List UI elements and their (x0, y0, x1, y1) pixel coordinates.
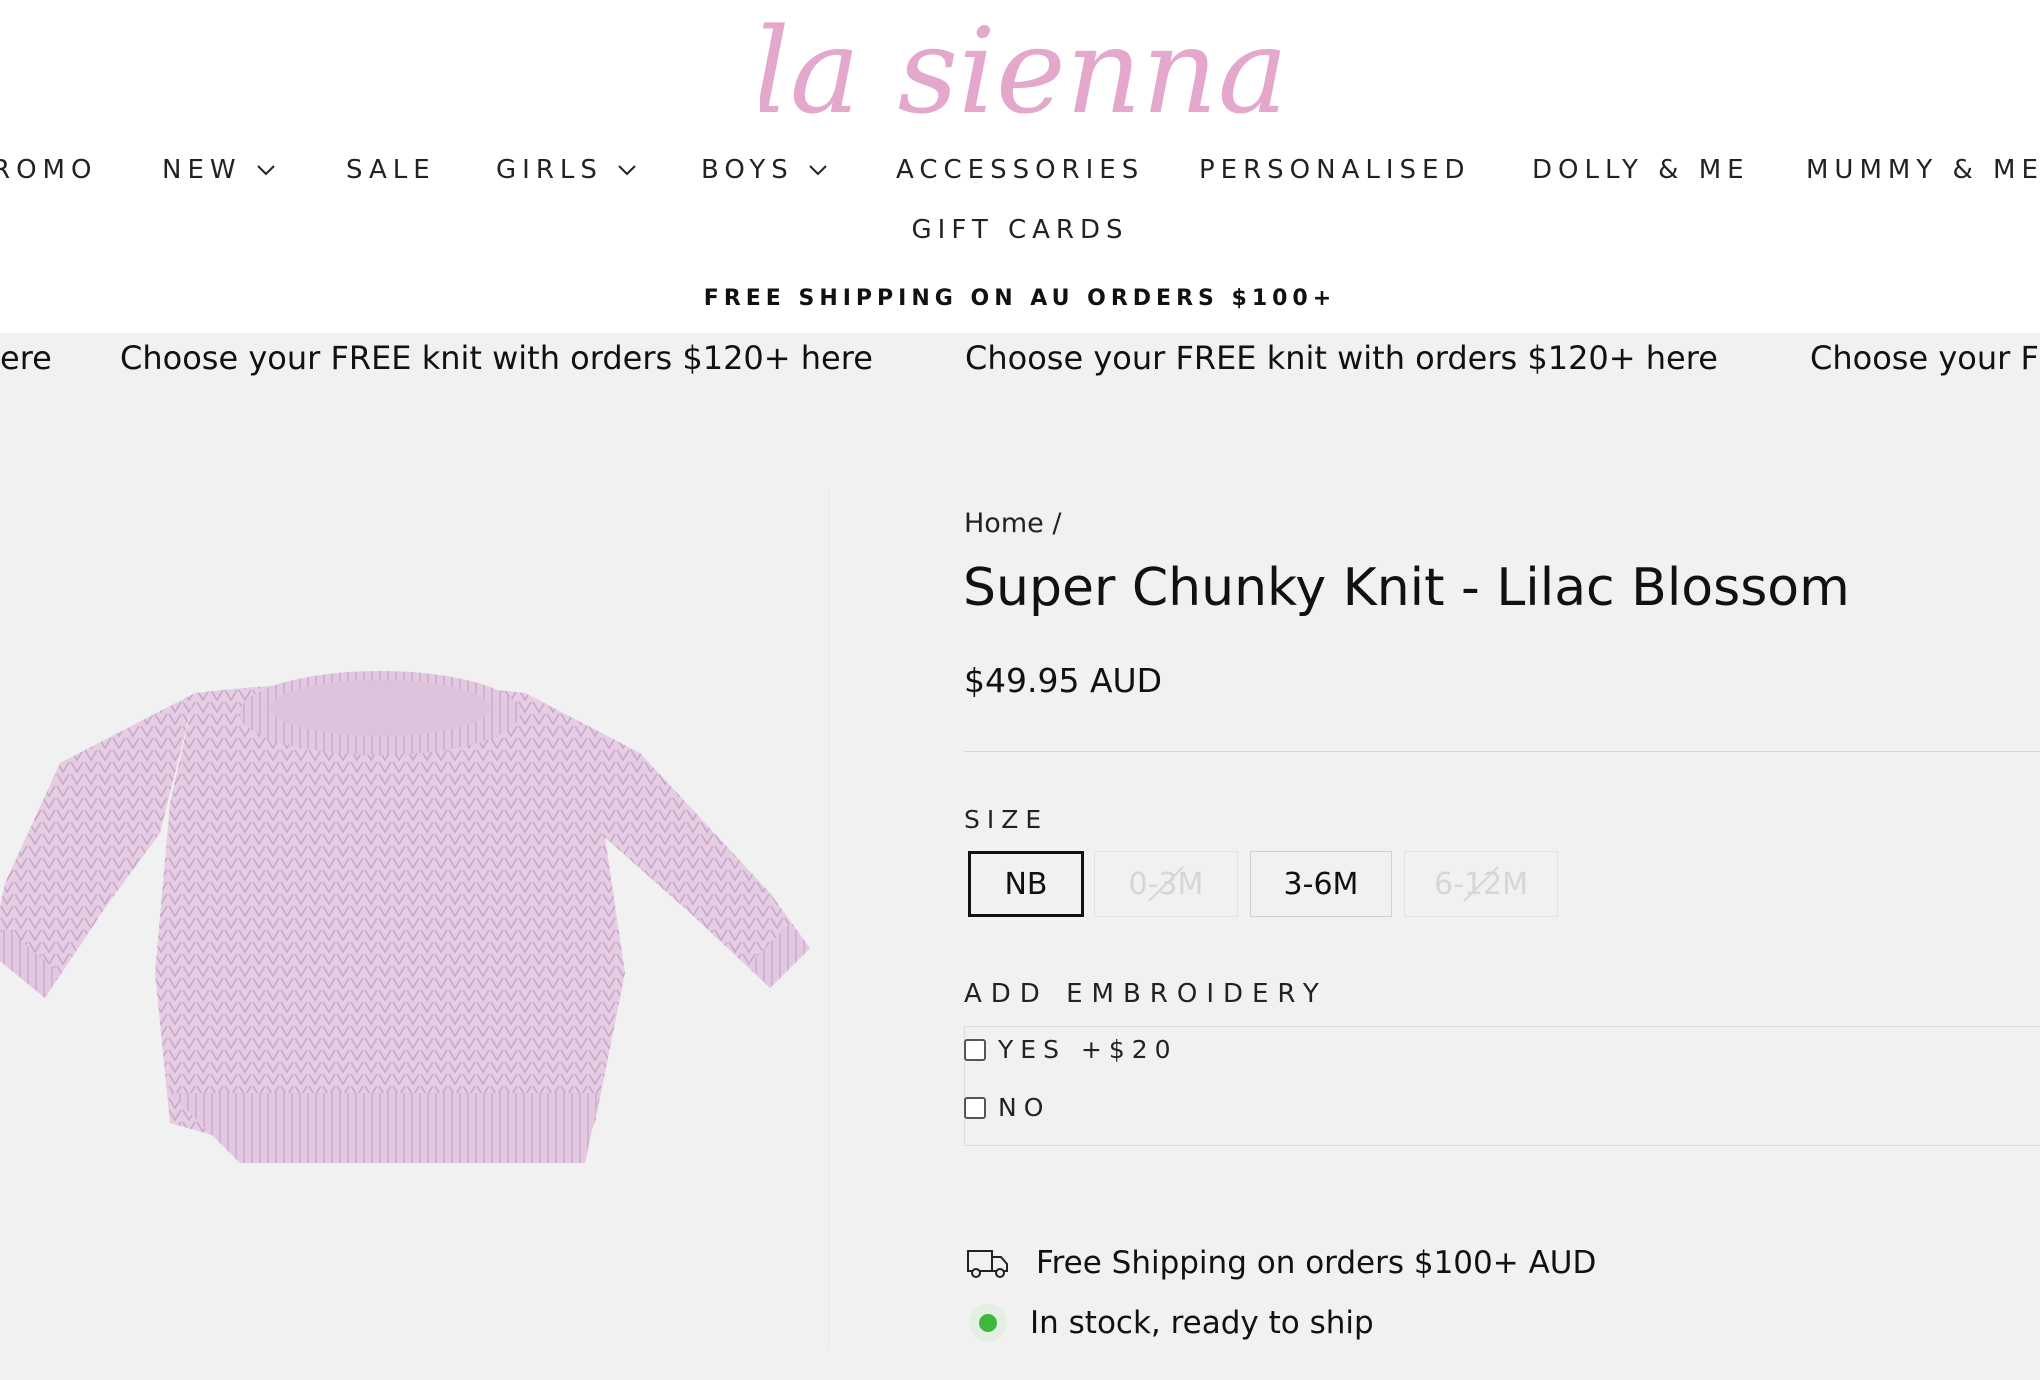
size-option-label: NB (1004, 866, 1048, 902)
size-option-label: 3-6M (1283, 866, 1359, 902)
delivery-truck-icon (967, 1250, 1008, 1278)
embroidery-no-checkbox[interactable] (964, 1096, 986, 1119)
nav-item-mummy-and-me[interactable]: MUMMY & ME (1806, 150, 2040, 190)
breadcrumb-home-link[interactable]: Home (964, 508, 1044, 539)
nav-item-label: GIFT CARDS (911, 215, 1129, 245)
stock-status: In stock, ready to ship (1030, 1305, 1374, 1341)
embroidery-yes-checkbox[interactable] (964, 1038, 986, 1061)
product-section: ere Choose your FREE knit with orders $1… (0, 333, 2040, 1380)
size-option-6-12m[interactable]: 6-12M (1404, 851, 1558, 917)
gallery-divider (828, 488, 829, 1348)
nav-item-label: ACCESSORIES (896, 155, 1145, 185)
nav-item-label: BOYS (701, 155, 794, 185)
site-logo[interactable]: la sienna (0, 0, 2040, 130)
nav-item-label: GIRLS (496, 155, 603, 185)
free-shipping-banner: FREE SHIPPING ON AU ORDERS $100+ (0, 278, 2040, 318)
nav-item-new[interactable]: NEW (162, 150, 276, 190)
breadcrumb: Home / (964, 508, 1061, 539)
marquee-fragment-right[interactable]: Choose your F (1810, 339, 2039, 377)
marquee-text[interactable]: Choose your FREE knit with orders $120+ … (120, 339, 873, 377)
nav-item-girls[interactable]: GIRLS (496, 150, 637, 190)
embroidery-no-label: NO (998, 1093, 1051, 1122)
shipping-info: Free Shipping on orders $100+ AUD (966, 1245, 1596, 1281)
logo-wordmark: la sienna (760, 2, 1280, 130)
marquee-fragment-left[interactable]: ere (0, 339, 52, 377)
chevron-down-icon (809, 165, 827, 176)
nav-item-label: NEW (162, 155, 242, 185)
size-option-label: 0-3M (1128, 866, 1204, 902)
nav-item-personalised[interactable]: PERSONALISED (1199, 150, 1470, 190)
breadcrumb-separator: / (1052, 508, 1062, 539)
nav-item-label: PERSONALISED (1199, 155, 1471, 185)
size-label: SIZE (964, 805, 1049, 834)
shipping-note: Free Shipping on orders $100+ AUD (1036, 1245, 1597, 1281)
embroidery-option-no[interactable]: NO (964, 1093, 1050, 1122)
sweater-hem (170, 1093, 600, 1163)
promo-marquee: ere Choose your FREE knit with orders $1… (0, 333, 2040, 381)
nav-item-label: DOLLY & ME (1532, 155, 1750, 185)
nav-item-label: ROMO (0, 155, 98, 185)
svg-text:la sienna: la sienna (760, 2, 1280, 130)
embroidery-yes-label: YES +$20 (998, 1035, 1178, 1064)
sweater-neck-opening (270, 680, 490, 736)
nav-item-dolly-and-me[interactable]: DOLLY & ME (1532, 150, 1750, 190)
price-divider (964, 751, 2040, 752)
size-option-label: 6-12M (1434, 866, 1528, 902)
nav-item-promo[interactable]: ROMO (0, 150, 97, 190)
nav-item-label: SALE (346, 155, 436, 185)
product-title: Super Chunky Knit - Lilac Blossom (963, 558, 1850, 618)
chevron-down-icon (256, 165, 275, 176)
nav-row-secondary: GIFT CARDS (0, 210, 2040, 250)
size-option-0-3m[interactable]: 0-3M (1094, 851, 1238, 917)
nav-item-accessories[interactable]: ACCESSORIES (896, 150, 1144, 190)
marquee-text[interactable]: Choose your FREE knit with orders $120+ … (965, 339, 1718, 377)
main-nav: ROMO NEW SALE GIRLS BOYS ACCESSORIES PER… (0, 150, 2040, 190)
chevron-down-icon (618, 165, 636, 176)
size-option-3-6m[interactable]: 3-6M (1250, 851, 1392, 917)
stock-info: In stock, ready to ship (966, 1301, 1374, 1345)
nav-item-gift-cards[interactable]: GIFT CARDS (912, 210, 1129, 250)
product-price: $49.95 AUD (964, 661, 1163, 700)
embroidery-label: ADD EMBROIDERY (964, 979, 1328, 1009)
product-image[interactable] (0, 653, 820, 1213)
size-option-nb[interactable]: NB (968, 851, 1084, 917)
banner-text: FREE SHIPPING ON AU ORDERS $100+ (703, 285, 1337, 311)
nav-item-sale[interactable]: SALE (346, 150, 436, 190)
embroidery-option-yes[interactable]: YES +$20 (964, 1035, 1178, 1064)
nav-item-label: MUMMY & ME (1806, 155, 2040, 185)
in-stock-dot-icon (969, 1304, 1007, 1342)
nav-item-boys[interactable]: BOYS (701, 150, 828, 190)
